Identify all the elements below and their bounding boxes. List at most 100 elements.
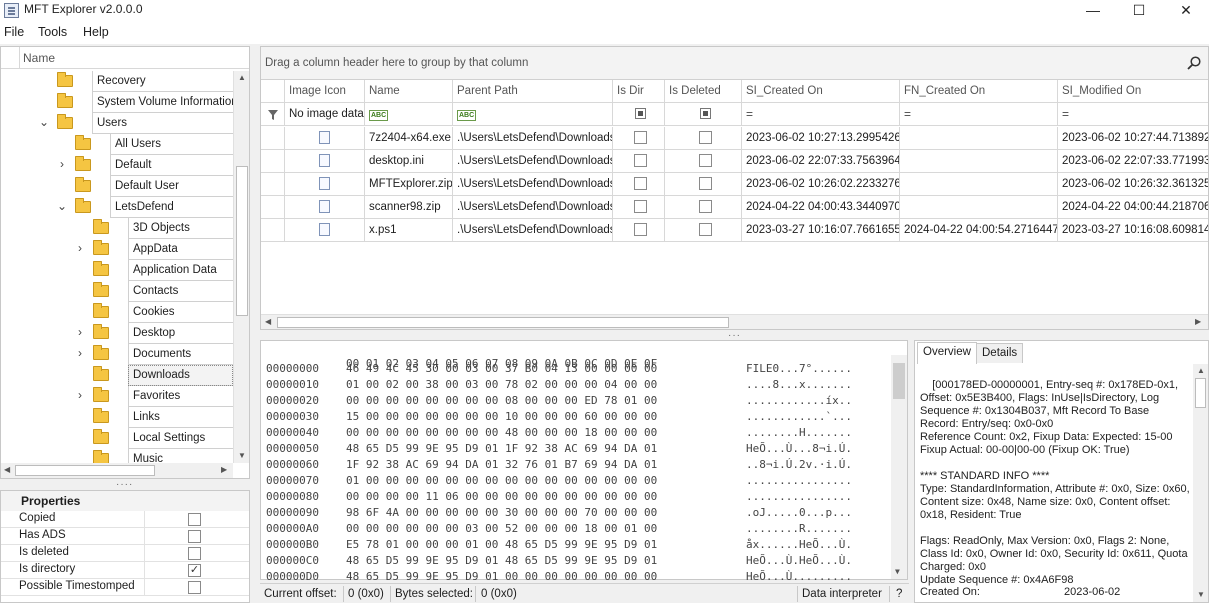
checkbox[interactable] xyxy=(698,131,712,144)
tree-item[interactable]: › Desktop xyxy=(1,323,233,344)
is-dir-cell[interactable] xyxy=(613,150,665,173)
hex-ascii[interactable]: ............íx.. xyxy=(746,394,852,407)
column-header[interactable]: Is Dir xyxy=(613,80,665,103)
is-dir-cell[interactable] xyxy=(613,196,665,219)
hex-row[interactable]: 00000030 15 00 00 00 00 00 00 00 10 00 00… xyxy=(261,410,881,426)
tree-item[interactable]: Links xyxy=(1,407,233,428)
tree-item[interactable]: System Volume Information xyxy=(1,92,233,113)
is-dir-cell[interactable] xyxy=(613,173,665,196)
property-checkbox[interactable] xyxy=(188,513,201,526)
column-header[interactable]: Image Icon xyxy=(285,80,365,103)
expand-chevron-icon[interactable]: › xyxy=(74,325,86,339)
fn-created-on[interactable] xyxy=(900,173,1058,196)
hex-bytes[interactable]: 1F 92 38 AC 69 94 DA 01 32 76 01 B7 69 9… xyxy=(346,458,657,471)
hex-ascii[interactable]: .oJ.....0...p... xyxy=(746,506,852,519)
si-modified-on[interactable]: 2023-06-02 10:27:44.7138929 xyxy=(1058,127,1208,150)
hex-row[interactable]: 00000090 98 6F 4A 00 00 00 00 00 30 00 00… xyxy=(261,506,881,522)
search-icon[interactable] xyxy=(1187,56,1201,70)
image-filter-cell[interactable]: No image data xyxy=(285,103,365,126)
hex-row[interactable]: 000000A0 00 00 00 00 00 00 03 00 52 00 00… xyxy=(261,522,881,538)
filter-icon[interactable] xyxy=(261,103,285,126)
splitter-handle[interactable]: ···· xyxy=(116,479,133,490)
row-indicator[interactable] xyxy=(261,127,285,150)
property-checkbox[interactable] xyxy=(188,581,201,594)
date-filter-cell[interactable]: = xyxy=(1058,103,1208,126)
tree-item[interactable]: Application Data xyxy=(1,260,233,281)
hex-bytes[interactable]: 00 00 00 00 00 00 00 00 48 00 00 00 18 0… xyxy=(346,426,657,439)
row-indicator[interactable] xyxy=(261,196,285,219)
hex-row[interactable]: 00000010 01 00 02 00 38 00 03 00 78 02 00… xyxy=(261,378,881,394)
hex-ascii[interactable]: ................ xyxy=(746,490,852,503)
tree-item[interactable]: › Favorites xyxy=(1,386,233,407)
tree-item[interactable]: All Users xyxy=(1,134,233,155)
tree-item[interactable]: 3D Objects xyxy=(1,218,233,239)
is-deleted-cell[interactable] xyxy=(665,196,742,219)
expand-chevron-icon[interactable]: › xyxy=(74,241,86,255)
checkbox[interactable] xyxy=(698,223,712,236)
hex-bytes[interactable]: 01 00 00 00 00 00 00 00 00 00 00 00 00 0… xyxy=(346,474,657,487)
property-checkbox[interactable] xyxy=(188,530,201,543)
tree-item[interactable]: › Documents xyxy=(1,344,233,365)
hex-bytes[interactable]: 00 00 00 00 11 06 00 00 00 00 00 00 00 0… xyxy=(346,490,657,503)
is-deleted-cell[interactable] xyxy=(665,127,742,150)
hex-bytes[interactable]: 48 65 D5 99 9E 95 D9 01 00 00 00 00 00 0… xyxy=(346,570,657,583)
hex-ascii[interactable]: HeÕ...Ù.HeÕ...Ù. xyxy=(746,554,852,567)
is-deleted-cell[interactable] xyxy=(665,173,742,196)
hex-row[interactable]: 000000C0 48 65 D5 99 9E 95 D9 01 48 65 D5… xyxy=(261,554,881,570)
tree-item[interactable]: Recovery xyxy=(1,71,233,92)
tree-item[interactable]: Default User xyxy=(1,176,233,197)
bool-filter-cell[interactable] xyxy=(665,103,742,126)
is-deleted-cell[interactable] xyxy=(665,219,742,242)
maximize-button[interactable]: ☐ xyxy=(1116,0,1162,22)
expand-chevron-icon[interactable]: › xyxy=(74,346,86,360)
checkbox[interactable] xyxy=(634,154,647,167)
hex-row[interactable]: 00000020 00 00 00 00 00 00 00 00 08 00 00… xyxy=(261,394,881,410)
row-indicator[interactable] xyxy=(261,173,285,196)
group-by-panel[interactable]: Drag a column header here to group by th… xyxy=(261,47,1208,80)
parent-path[interactable]: .\Users\LetsDefend\Downloads xyxy=(453,127,613,150)
hex-ascii[interactable]: ........H....... xyxy=(746,426,852,439)
tree-item[interactable]: Music xyxy=(1,449,233,463)
text-filter-cell[interactable]: ABC xyxy=(365,103,453,126)
parent-path[interactable]: .\Users\LetsDefend\Downloads xyxy=(453,196,613,219)
hex-ascii[interactable]: ....8...x....... xyxy=(746,378,852,391)
checkbox[interactable] xyxy=(698,154,712,167)
property-checkbox[interactable] xyxy=(188,547,201,560)
collapse-chevron-icon[interactable]: ⌄ xyxy=(56,199,68,213)
parent-path[interactable]: .\Users\LetsDefend\Downloads xyxy=(453,173,613,196)
hex-ascii[interactable]: ..8¬i.Ú.2v.·i.Ú. xyxy=(746,458,852,471)
scroll-left-icon[interactable]: ◀ xyxy=(4,465,10,474)
checkbox[interactable] xyxy=(634,223,647,236)
file-name[interactable]: x.ps1 xyxy=(365,219,453,242)
scroll-right-icon[interactable]: ▶ xyxy=(221,465,227,474)
date-filter-cell[interactable]: = xyxy=(900,103,1058,126)
hex-ascii[interactable]: ................ xyxy=(746,474,852,487)
si-modified-on[interactable]: 2024-04-22 04:00:44.2187066 xyxy=(1058,196,1208,219)
tree-horizontal-scrollbar[interactable]: ◀ ▶ xyxy=(1,463,233,478)
column-header[interactable]: FN_Created On xyxy=(900,80,1058,103)
checkbox[interactable] xyxy=(634,177,647,190)
scroll-up-icon[interactable]: ▲ xyxy=(1197,366,1205,375)
scroll-down-icon[interactable]: ▼ xyxy=(895,567,900,576)
hex-viewer[interactable]: 00 01 02 03 04 05 06 07 08 09 0A 0B 0C 0… xyxy=(260,340,908,583)
si-created-on[interactable]: 2023-03-27 10:16:07.7661655 xyxy=(742,219,900,242)
menu-file[interactable]: File xyxy=(4,25,24,39)
detail-vertical-scrollbar[interactable]: ▲ ▼ xyxy=(1193,364,1208,602)
tree-item[interactable]: › AppData xyxy=(1,239,233,260)
data-interpreter-button[interactable]: Data interpreter xyxy=(802,588,882,600)
column-header[interactable]: Name xyxy=(365,80,453,103)
hex-bytes[interactable]: 48 65 D5 99 9E 95 D9 01 1F 92 38 AC 69 9… xyxy=(346,442,657,455)
checkbox[interactable] xyxy=(698,200,712,213)
file-name[interactable]: MFTExplorer.zip xyxy=(365,173,453,196)
tree-header-name[interactable]: Name xyxy=(23,51,55,65)
tree-item[interactable]: › Default xyxy=(1,155,233,176)
menu-help[interactable]: Help xyxy=(83,25,109,39)
hex-ascii[interactable]: FILE0...7°...... xyxy=(746,362,852,375)
column-header[interactable]: SI_Modified On xyxy=(1058,80,1208,103)
fn-created-on[interactable] xyxy=(900,196,1058,219)
help-button[interactable]: ? xyxy=(896,588,902,600)
fn-created-on[interactable] xyxy=(900,127,1058,150)
row-indicator[interactable] xyxy=(261,219,285,242)
tree-item[interactable]: Cookies xyxy=(1,302,233,323)
hex-row[interactable]: 000000B0 E5 78 01 00 00 00 01 00 48 65 D5… xyxy=(261,538,881,554)
